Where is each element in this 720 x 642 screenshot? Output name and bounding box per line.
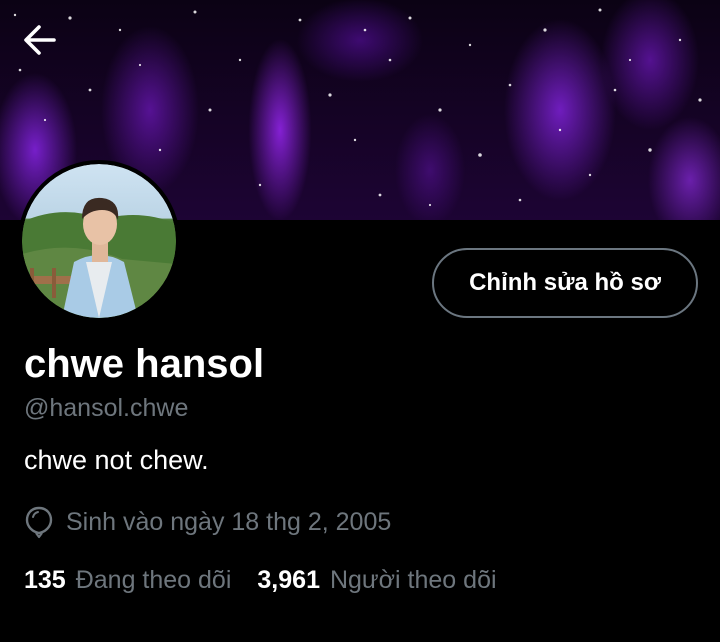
following-link[interactable]: 135 Đang theo dõi [24,566,231,595]
following-label: Đang theo dõi [75,565,232,594]
birthday-text: Sinh vào ngày 18 thg 2, 2005 [66,507,392,536]
avatar[interactable] [18,160,180,322]
arrow-left-icon [24,25,56,55]
edit-profile-button[interactable]: Chỉnh sửa hồ sơ [432,248,698,318]
followers-link[interactable]: 3,961 Người theo dõi [257,566,496,595]
followers-count: 3,961 [257,565,320,594]
profile-bio: chwe not chew. [24,445,209,475]
birthday-row: Sinh vào ngày 18 thg 2, 2005 [24,504,391,540]
back-button[interactable] [22,22,88,88]
balloon-icon [25,506,53,539]
username-handle: @hansol.chwe [24,394,189,422]
followers-label: Người theo dõi [329,565,497,594]
display-name: chwe hansol [24,342,265,386]
following-count: 135 [24,565,66,594]
avatar-photo [22,164,176,318]
follow-stats: 135 Đang theo dõi 3,961 Người theo dõi [24,563,497,597]
edit-profile-label: Chỉnh sửa hồ sơ [469,269,661,296]
